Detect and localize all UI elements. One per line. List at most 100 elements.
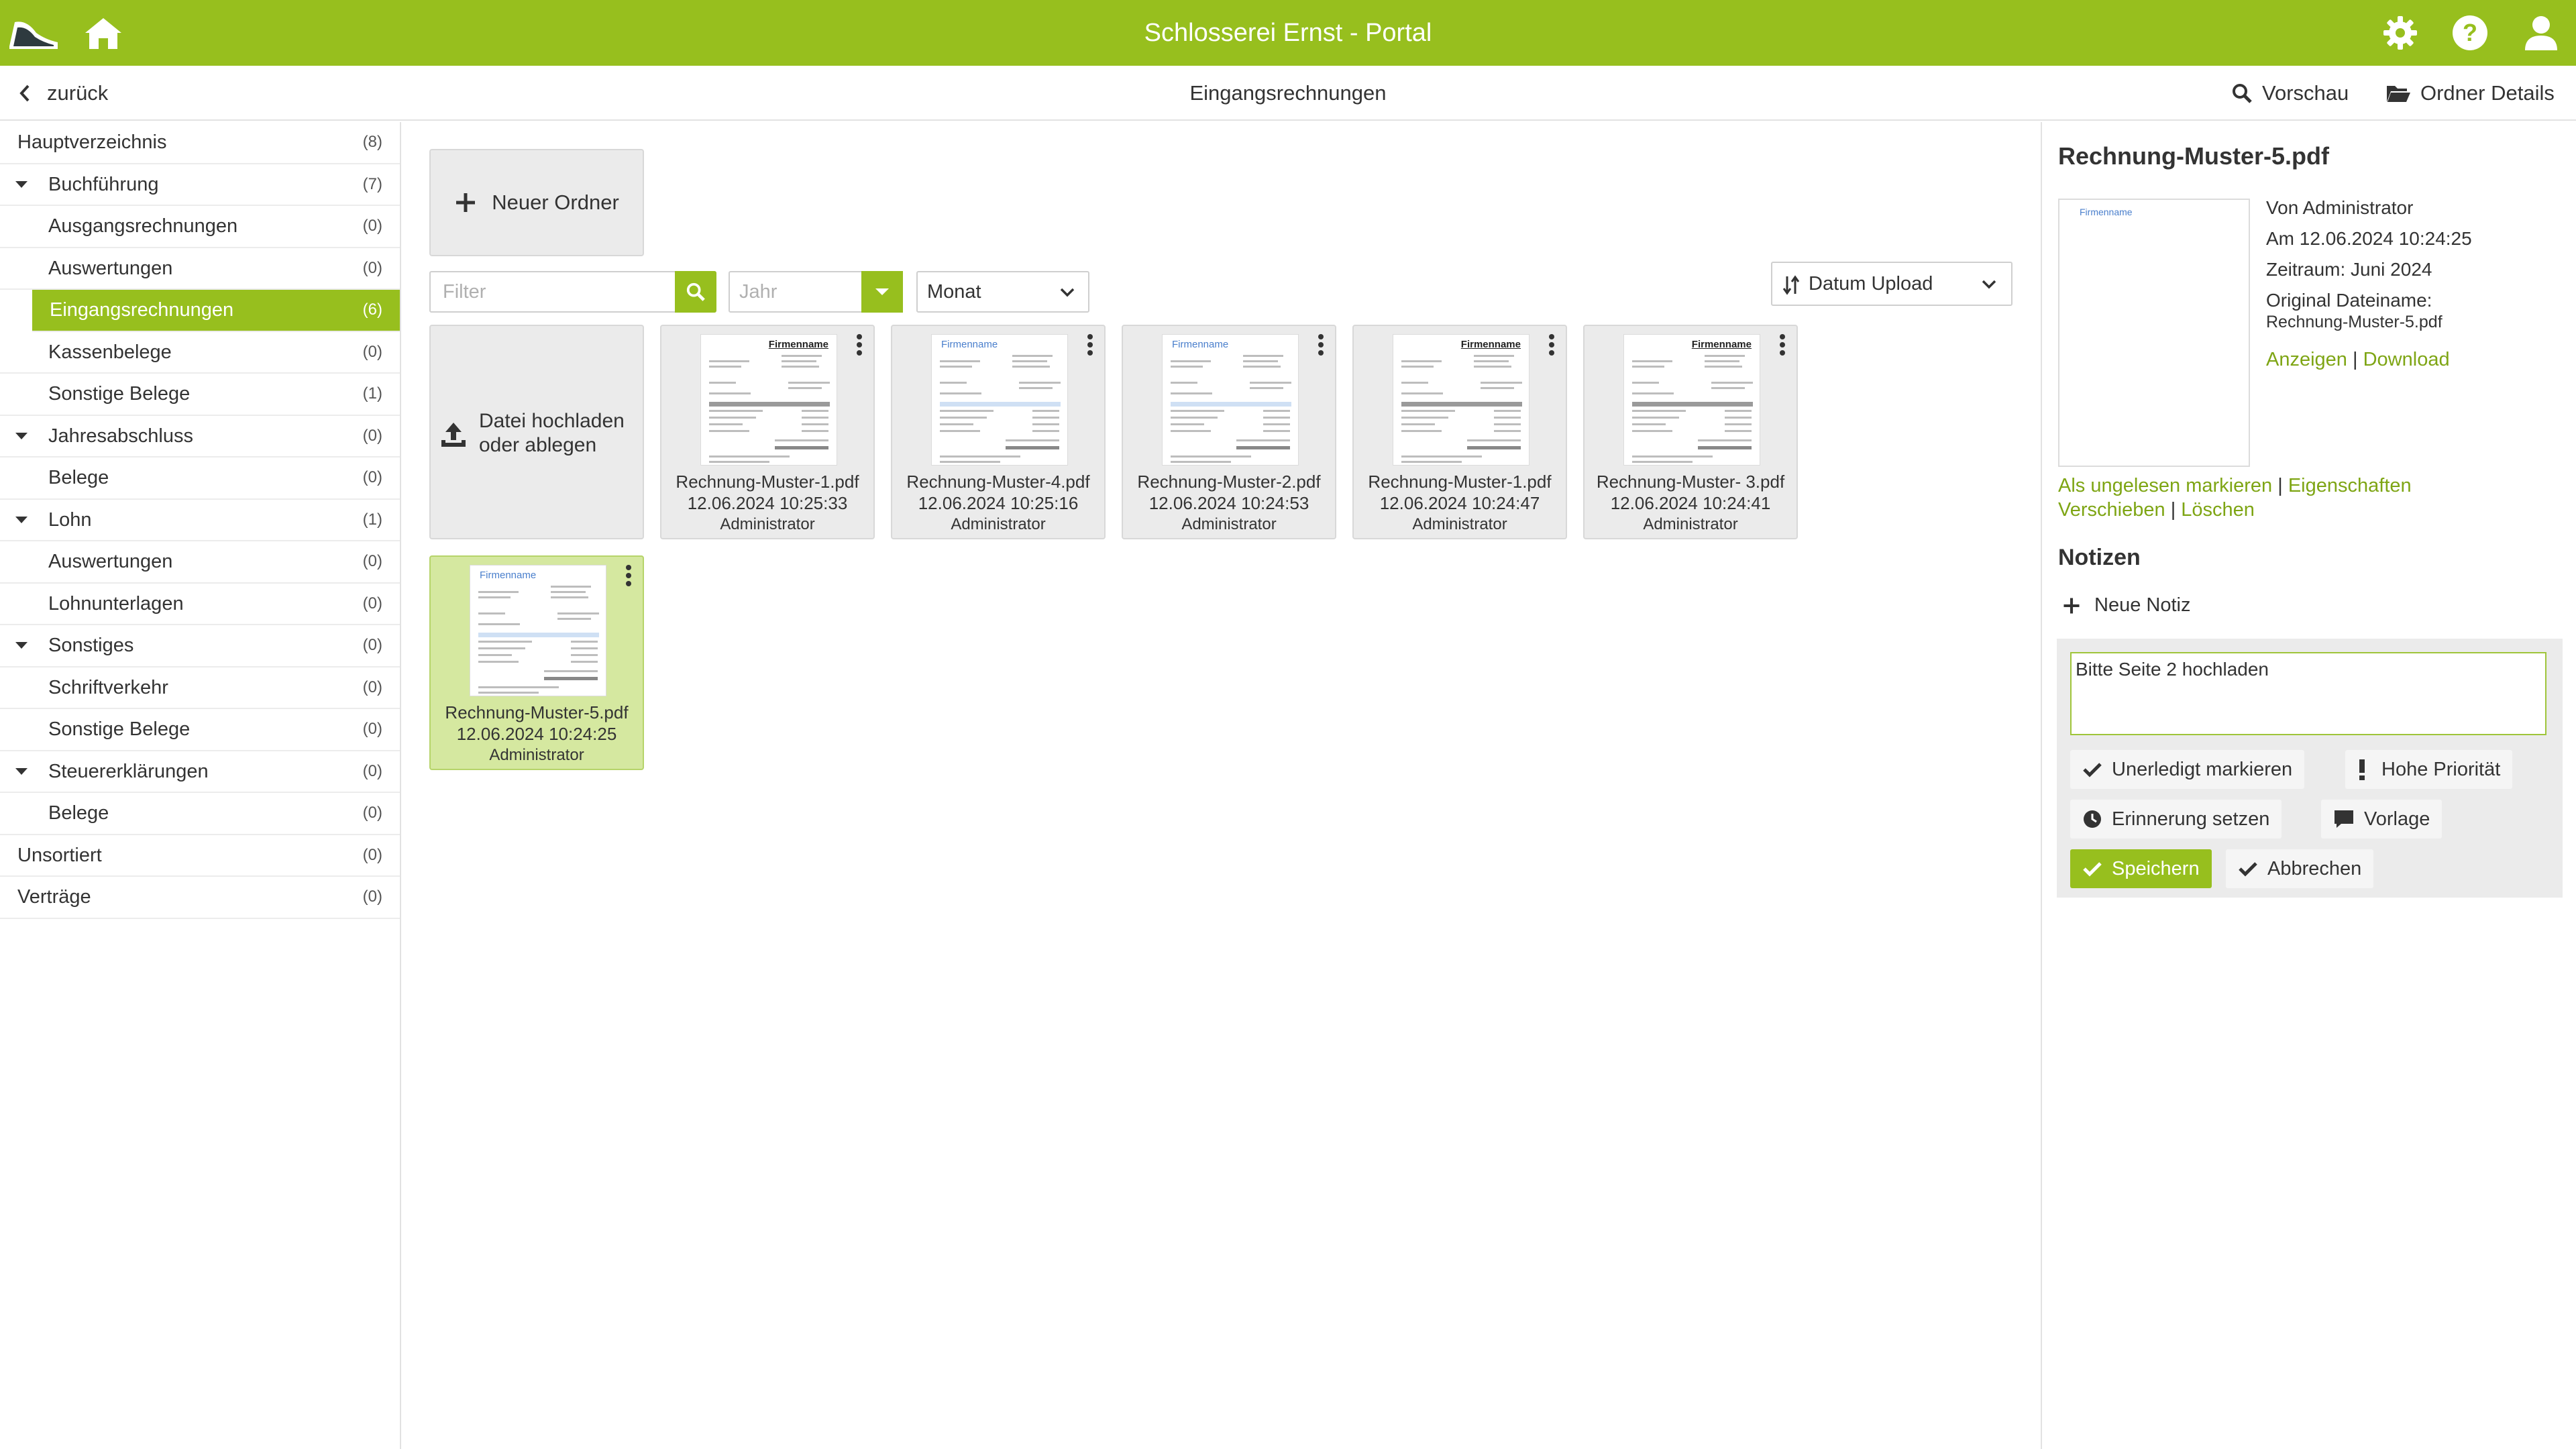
file-card[interactable]: Firmenname Rechnung-Muster-4.pdf 12.06.202…: [891, 325, 1106, 539]
caret-down-icon[interactable]: [15, 500, 28, 540]
sidebar-item[interactable]: Lohn (1): [0, 500, 400, 541]
sidebar-item[interactable]: Sonstige Belege (0): [0, 709, 400, 751]
caret-down-icon[interactable]: [861, 271, 903, 313]
file-card[interactable]: Firmenname Rechnung-Muster-1.pdf 12.06.202…: [1352, 325, 1567, 539]
filter-input[interactable]: [431, 272, 671, 311]
file-card[interactable]: Firmenname Rechnung-Muster-1.pdf 12.06.202…: [660, 325, 875, 539]
mark-open-button[interactable]: Unerledigt markieren: [2070, 750, 2305, 789]
sidebar-item[interactable]: Buchführung (7): [0, 164, 400, 206]
file-date: 12.06.2024 10:24:41: [1610, 493, 1771, 513]
sidebar-item[interactable]: Verträge (0): [0, 877, 400, 919]
template-button[interactable]: Vorlage: [2321, 800, 2443, 839]
document-preview[interactable]: Firmenname: [2058, 199, 2250, 467]
upload-icon: [441, 423, 466, 447]
sidebar-item-count: (0): [362, 258, 382, 277]
new-note-button[interactable]: Neue Notiz: [2062, 594, 2190, 616]
more-vertical-icon[interactable]: [855, 334, 864, 358]
sidebar-item-label: Sonstiges: [48, 635, 134, 656]
more-vertical-icon[interactable]: [1778, 334, 1787, 358]
gear-icon[interactable]: [2379, 11, 2422, 54]
sidebar-item-count: (0): [362, 720, 382, 738]
set-reminder-button[interactable]: Erinnerung setzen: [2070, 800, 2282, 839]
user-icon[interactable]: [2520, 11, 2563, 54]
view-link[interactable]: Anzeigen: [2266, 349, 2347, 370]
clock-icon: [2084, 810, 2101, 828]
more-vertical-icon[interactable]: [1085, 334, 1095, 358]
note-textarea[interactable]: [2070, 652, 2546, 735]
sidebar-item[interactable]: Sonstige Belege (1): [0, 374, 400, 416]
sidebar-item[interactable]: Jahresabschluss (0): [0, 416, 400, 458]
sidebar-item-count: (1): [362, 384, 382, 402]
filter-field: [429, 271, 716, 313]
chevron-down-icon: [1060, 288, 1075, 297]
sidebar-item-label: Belege: [48, 802, 109, 824]
file-card[interactable]: Firmenname Rechnung-Muster-2.pdf 12.06.202…: [1122, 325, 1336, 539]
file-card[interactable]: Firmenname Rechnung-Muster-5.pdf 12.06.202…: [429, 555, 644, 770]
folder-open-icon: [2387, 86, 2410, 102]
thumbnail-logo: Firmenname: [1691, 339, 1752, 350]
file-card[interactable]: Firmenname Rechnung-Muster- 3.pdf 12.06.20…: [1583, 325, 1798, 539]
sidebar-item[interactable]: Auswertungen (0): [0, 248, 400, 290]
sidebar-item[interactable]: Auswertungen (0): [0, 541, 400, 584]
sidebar-item[interactable]: Ausgangsrechnungen (0): [0, 206, 400, 248]
app-title: Schlosserei Ernst - Portal: [1144, 19, 1432, 47]
more-vertical-icon[interactable]: [624, 565, 633, 589]
plus-icon: [456, 193, 476, 212]
delete-link[interactable]: Löschen: [2181, 499, 2255, 521]
cancel-button[interactable]: Abbrechen: [2226, 849, 2374, 888]
file-date: 12.06.2024 10:25:33: [687, 493, 848, 513]
sidebar-item[interactable]: Sonstiges (0): [0, 625, 400, 667]
preview-label: Vorschau: [2262, 81, 2349, 105]
filter-search-button[interactable]: [675, 271, 716, 313]
high-priority-button[interactable]: Hohe Priorität: [2345, 750, 2513, 789]
details-period: Zeitraum: Juni 2024: [2266, 259, 2432, 280]
sidebar-item[interactable]: Schriftverkehr (0): [0, 667, 400, 709]
sub-bar: zurück Eingangsrechnungen Vorschau Ordne…: [0, 66, 2576, 121]
save-button[interactable]: Speichern: [2070, 849, 2212, 888]
sidebar-item[interactable]: Belege (0): [0, 458, 400, 500]
folder-details-button[interactable]: Ordner Details: [2385, 66, 2555, 121]
file-user: Administrator: [1412, 515, 1507, 533]
more-vertical-icon[interactable]: [1316, 334, 1326, 358]
notes-heading: Notizen: [2058, 545, 2141, 570]
sort-select[interactable]: Datum Upload: [1771, 262, 2012, 306]
download-link[interactable]: Download: [2363, 349, 2450, 370]
help-icon[interactable]: ?: [2449, 11, 2491, 54]
logo-icon[interactable]: [7, 11, 60, 54]
sidebar-item[interactable]: Eingangsrechnungen (6): [32, 290, 400, 332]
sidebar-item-count: (0): [362, 636, 382, 654]
caret-down-icon[interactable]: [15, 416, 28, 456]
separator: |: [2277, 475, 2283, 496]
more-vertical-icon[interactable]: [1547, 334, 1556, 358]
caret-down-icon[interactable]: [15, 751, 28, 792]
upload-label: Datei hochladen oder ablegen: [479, 409, 625, 458]
file-user: Administrator: [489, 746, 584, 764]
home-icon[interactable]: [82, 11, 125, 54]
file-thumbnail: Firmenname: [700, 334, 837, 466]
mark-open-label: Unerledigt markieren: [2112, 758, 2293, 780]
preview-button[interactable]: Vorschau: [2231, 66, 2349, 121]
sidebar-item-count: (0): [362, 342, 382, 361]
new-folder-button[interactable]: Neuer Ordner: [429, 149, 644, 256]
sidebar-item[interactable]: Lohnunterlagen (0): [0, 584, 400, 625]
caret-down-icon[interactable]: [15, 164, 28, 205]
sidebar-item-label: Lohn: [48, 508, 92, 531]
move-link[interactable]: Verschieben: [2058, 499, 2165, 521]
sidebar-item[interactable]: Hauptverzeichnis (8): [0, 122, 400, 164]
mark-unread-link[interactable]: Als ungelesen markieren: [2058, 475, 2272, 496]
upload-dropzone[interactable]: Datei hochladen oder ablegen: [429, 325, 644, 539]
sidebar-item[interactable]: Unsortiert (0): [0, 835, 400, 877]
sidebar-item[interactable]: Belege (0): [0, 793, 400, 835]
sidebar-item-label: Lohnunterlagen: [48, 592, 184, 614]
sidebar-item[interactable]: Kassenbelege (0): [0, 332, 400, 374]
new-folder-label: Neuer Ordner: [492, 191, 619, 214]
month-select[interactable]: Monat: [916, 271, 1089, 313]
thumbnail-logo: Firmenname: [941, 339, 998, 350]
separator: |: [2353, 349, 2358, 370]
sidebar-item-label: Steuererklärungen: [48, 760, 209, 782]
sidebar-item-label: Schriftverkehr: [48, 676, 168, 698]
sidebar-item[interactable]: Steuererklärungen (0): [0, 751, 400, 793]
year-select[interactable]: Jahr: [729, 271, 903, 313]
properties-link[interactable]: Eigenschaften: [2288, 475, 2412, 496]
caret-down-icon[interactable]: [15, 625, 28, 665]
